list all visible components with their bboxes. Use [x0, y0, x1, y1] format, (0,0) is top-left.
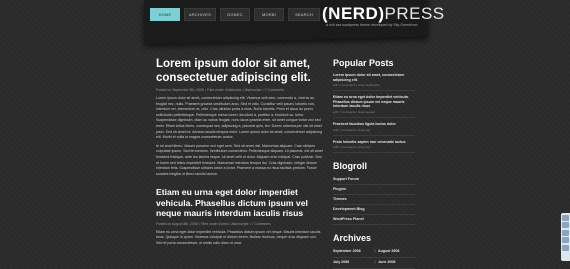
post: Lorem ipsum dolor sit amet, consectetuer… [156, 58, 324, 177]
zoom-icon[interactable] [562, 214, 569, 221]
blogroll-link[interactable]: Themes [333, 195, 415, 206]
archive-link[interactable]: June 2008 [378, 260, 415, 265]
blogroll-link[interactable]: Plugins [333, 185, 415, 196]
archive-row: July 2008 〈 June 2008 [333, 258, 415, 269]
nav-donec[interactable]: DONEC [220, 8, 250, 21]
post-paragraph: Etiam eu urna eget dolor imperdiet vehic… [156, 229, 321, 245]
main-nav: HOME ARCHIVES DONEC MORBI SEARCH [150, 8, 320, 21]
separator-icon: 〈 [372, 249, 376, 254]
bookmark-icon[interactable] [562, 222, 569, 228]
popular-post-item[interactable]: Praesent faucibus ligula luctus dolor wi… [333, 121, 415, 136]
archive-link[interactable]: August 2008 [378, 249, 415, 254]
popular-post-meta: with 7 comments | since august [333, 109, 375, 114]
popular-posts-heading: Popular Posts [333, 58, 394, 68]
popular-post-title[interactable]: Lorem ipsum dolor sit amet, consectetuer… [333, 73, 415, 82]
blogroll-link[interactable]: WordPress Planet [333, 215, 415, 226]
popular-post-title[interactable]: Etiam eu urna eget dolor imperdiet vehic… [333, 95, 415, 109]
browser-side-toolbar [561, 213, 570, 261]
popular-post-title[interactable]: Proin lobortis sapien non venenatis luct… [333, 140, 415, 145]
popular-post-item[interactable]: Proin lobortis sapien non venenatis luct… [333, 139, 415, 154]
settings-icon[interactable] [562, 244, 569, 251]
post-paragraph: Lorem ipsum dolor sit amet, consectetuer… [156, 96, 322, 140]
post-meta: Posted on August 8th, 2008 • Filed under… [156, 221, 271, 226]
nav-morbi[interactable]: MORBI [254, 8, 284, 21]
post-meta: Posted on September 8th, 2008 • Filed un… [156, 88, 284, 92]
post-body: Lorem ipsum dolor sit amet, consectetuer… [156, 96, 324, 177]
archive-link[interactable]: September 2008 [333, 249, 370, 254]
separator-icon: 〈 [372, 260, 376, 265]
site-logo[interactable]: (NERD)PRESS [322, 4, 445, 24]
nav-home[interactable]: HOME [150, 8, 180, 21]
share-icon[interactable] [562, 229, 569, 236]
archive-row: September 2008 〈 August 2008 [333, 247, 415, 259]
site-tagline: a rich ass wordpress theme developed by … [326, 23, 418, 27]
popular-post-meta: with 7 comments | since september [333, 83, 380, 88]
post-title[interactable]: Etiam eu urna eget dolor imperdiet vehic… [156, 187, 324, 219]
post: Etiam eu urna eget dolor imperdiet vehic… [156, 187, 324, 246]
archives-heading: Archives [333, 233, 372, 244]
popular-post-meta: with 7 comments | since july [333, 127, 371, 132]
popular-post-item[interactable]: Etiam eu urna eget dolor imperdiet vehic… [333, 94, 415, 118]
main-content: Lorem ipsum dolor sit amet, consectetuer… [156, 58, 324, 250]
logo-press: PRESS [384, 4, 445, 23]
post-body: Etiam eu urna eget dolor imperdiet vehic… [156, 230, 324, 247]
post-title[interactable]: Lorem ipsum dolor sit amet, consectetuer… [156, 58, 324, 85]
post-paragraph: In sit amet libero. Mauris posuere orci … [156, 143, 323, 176]
nav-search[interactable]: SEARCH [288, 8, 320, 21]
popular-post-title[interactable]: Praesent faucibus ligula luctus dolor [333, 122, 415, 127]
blogroll-link[interactable]: Support Forum [333, 175, 415, 186]
archive-link[interactable]: July 2008 [333, 260, 370, 265]
popular-post-meta: with 7 comments | since july [333, 145, 371, 150]
logo-nerd: (NERD) [322, 4, 385, 23]
blogroll-heading: Blogroll [333, 161, 367, 172]
edit-icon[interactable] [562, 237, 569, 243]
sidebar: Popular Posts Lorem ipsum dolor sit amet… [333, 58, 415, 269]
blogroll-link[interactable]: Development Blog [333, 205, 415, 216]
nav-archives[interactable]: ARCHIVES [184, 8, 216, 21]
popular-post-item[interactable]: Lorem ipsum dolor sit amet, consectetuer… [333, 72, 415, 92]
